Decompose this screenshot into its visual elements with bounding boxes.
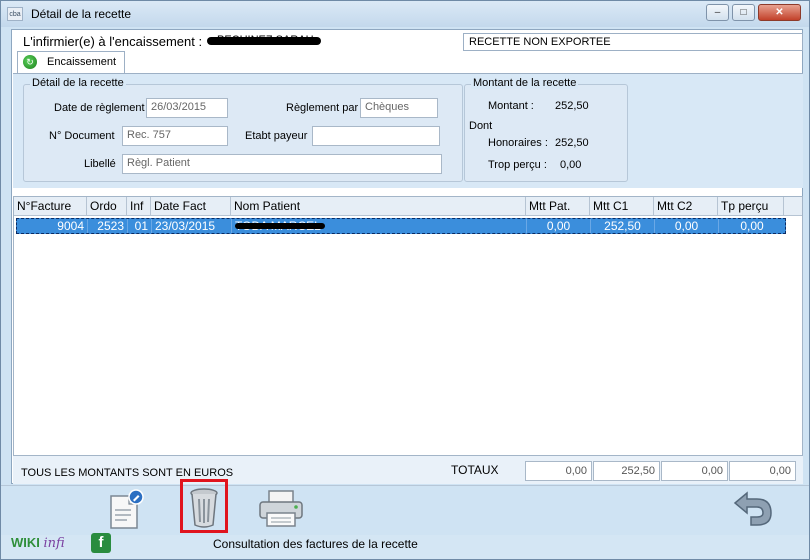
honoraires-value: 252,50: [555, 137, 589, 149]
tab-body: Détail de la recette Date de règlement 2…: [13, 73, 803, 188]
table-cell: 252,50: [591, 219, 655, 233]
dont-label: Dont: [469, 120, 493, 132]
printer-icon[interactable]: [257, 489, 305, 529]
invoice-table[interactable]: N°Facture Ordo Inf Date Fact Nom Patient…: [13, 196, 803, 456]
trop-value: 0,00: [560, 159, 582, 171]
detail-group: Détail de la recette Date de règlement 2…: [23, 77, 463, 182]
libelle-field[interactable]: Règl. Patient: [122, 154, 442, 174]
redaction-scribble: [235, 223, 325, 229]
column-header[interactable]: Nom Patient: [231, 197, 526, 216]
table-header: N°Facture Ordo Inf Date Fact Nom Patient…: [14, 197, 802, 216]
trop-label: Trop perçu :: [488, 159, 547, 171]
column-header[interactable]: Mtt C1: [590, 197, 654, 216]
table-cell: 0,00: [740, 219, 764, 233]
document-field[interactable]: Rec. 757: [122, 126, 228, 146]
redaction-scribble: [207, 37, 321, 45]
app-icon: cba: [7, 7, 23, 21]
currency-note: TOUS LES MONTANTS SONT EN EUROS: [21, 467, 234, 479]
status-text: Consultation des factures de la recette: [213, 537, 418, 551]
montant-group-title: Montant de la recette: [471, 77, 579, 89]
maximize-button[interactable]: □: [732, 4, 755, 21]
detail-group-title: Détail de la recette: [30, 77, 126, 89]
edit-document-icon[interactable]: [105, 488, 145, 530]
tab-encaissement[interactable]: ↻ Encaissement: [17, 51, 125, 73]
table-cell: 9004: [17, 219, 88, 233]
table-cell: 01: [128, 219, 152, 233]
wiki-logo-part: infi: [43, 536, 65, 551]
facebook-icon[interactable]: f: [91, 533, 111, 553]
total-field: 252,50: [593, 461, 660, 481]
libelle-label: Libellé: [84, 158, 116, 170]
title-bar[interactable]: cba Détail de la recette – □ ✕: [1, 1, 809, 27]
montant-value: 252,50: [555, 100, 589, 112]
etabt-label: Etabt payeur: [245, 130, 308, 142]
totaux-label: TOTAUX: [451, 463, 499, 477]
date-field[interactable]: 26/03/2015: [146, 98, 228, 118]
montant-group: Montant de la recette Montant : 252,50 D…: [464, 77, 628, 182]
close-button[interactable]: ✕: [758, 4, 801, 21]
back-arrow-icon[interactable]: [731, 491, 775, 527]
selection-highlight: [180, 479, 228, 533]
column-header[interactable]: Tp perçu: [718, 197, 784, 216]
column-header[interactable]: Ordo: [87, 197, 127, 216]
recette-window: cba Détail de la recette – □ ✕ L'infirmi…: [0, 0, 810, 560]
column-header[interactable]: Inf: [127, 197, 151, 216]
date-label: Date de règlement: [54, 102, 145, 114]
total-field: 0,00: [525, 461, 592, 481]
column-header[interactable]: Date Fact: [151, 197, 231, 216]
table-cell: 0,00: [655, 219, 719, 233]
table-cell: 0,00: [527, 219, 591, 233]
column-header[interactable]: Mtt Pat.: [526, 197, 590, 216]
window-title: Détail de la recette: [31, 7, 132, 21]
table-cell: 23/03/2015: [152, 219, 232, 233]
wiki-logo[interactable]: WIKI infi: [11, 535, 65, 551]
column-header[interactable]: Mtt C2: [654, 197, 718, 216]
column-header[interactable]: N°Facture: [14, 197, 87, 216]
wiki-logo-part: WIKI: [11, 535, 40, 550]
refresh-icon: ↻: [23, 55, 37, 69]
montant-label: Montant :: [488, 100, 534, 112]
minimize-button[interactable]: –: [706, 4, 729, 21]
reglement-label: Règlement par: [286, 102, 359, 114]
total-field: 0,00: [729, 461, 796, 481]
reglement-field[interactable]: Chèques: [360, 98, 438, 118]
table-row[interactable]: 9004 2523 01 23/03/2015 TODA MARCEL 0,00…: [16, 218, 786, 234]
honoraires-label: Honoraires :: [488, 137, 548, 149]
nurse-label: L'infirmier(e) à l'encaissement :: [23, 34, 203, 49]
export-status: RECETTE NON EXPORTEE: [463, 33, 803, 51]
table-cell: 2523: [88, 219, 128, 233]
document-label: N° Document: [49, 130, 115, 142]
tab-label: Encaissement: [47, 56, 117, 68]
total-field: 0,00: [661, 461, 728, 481]
etabt-field[interactable]: [312, 126, 440, 146]
